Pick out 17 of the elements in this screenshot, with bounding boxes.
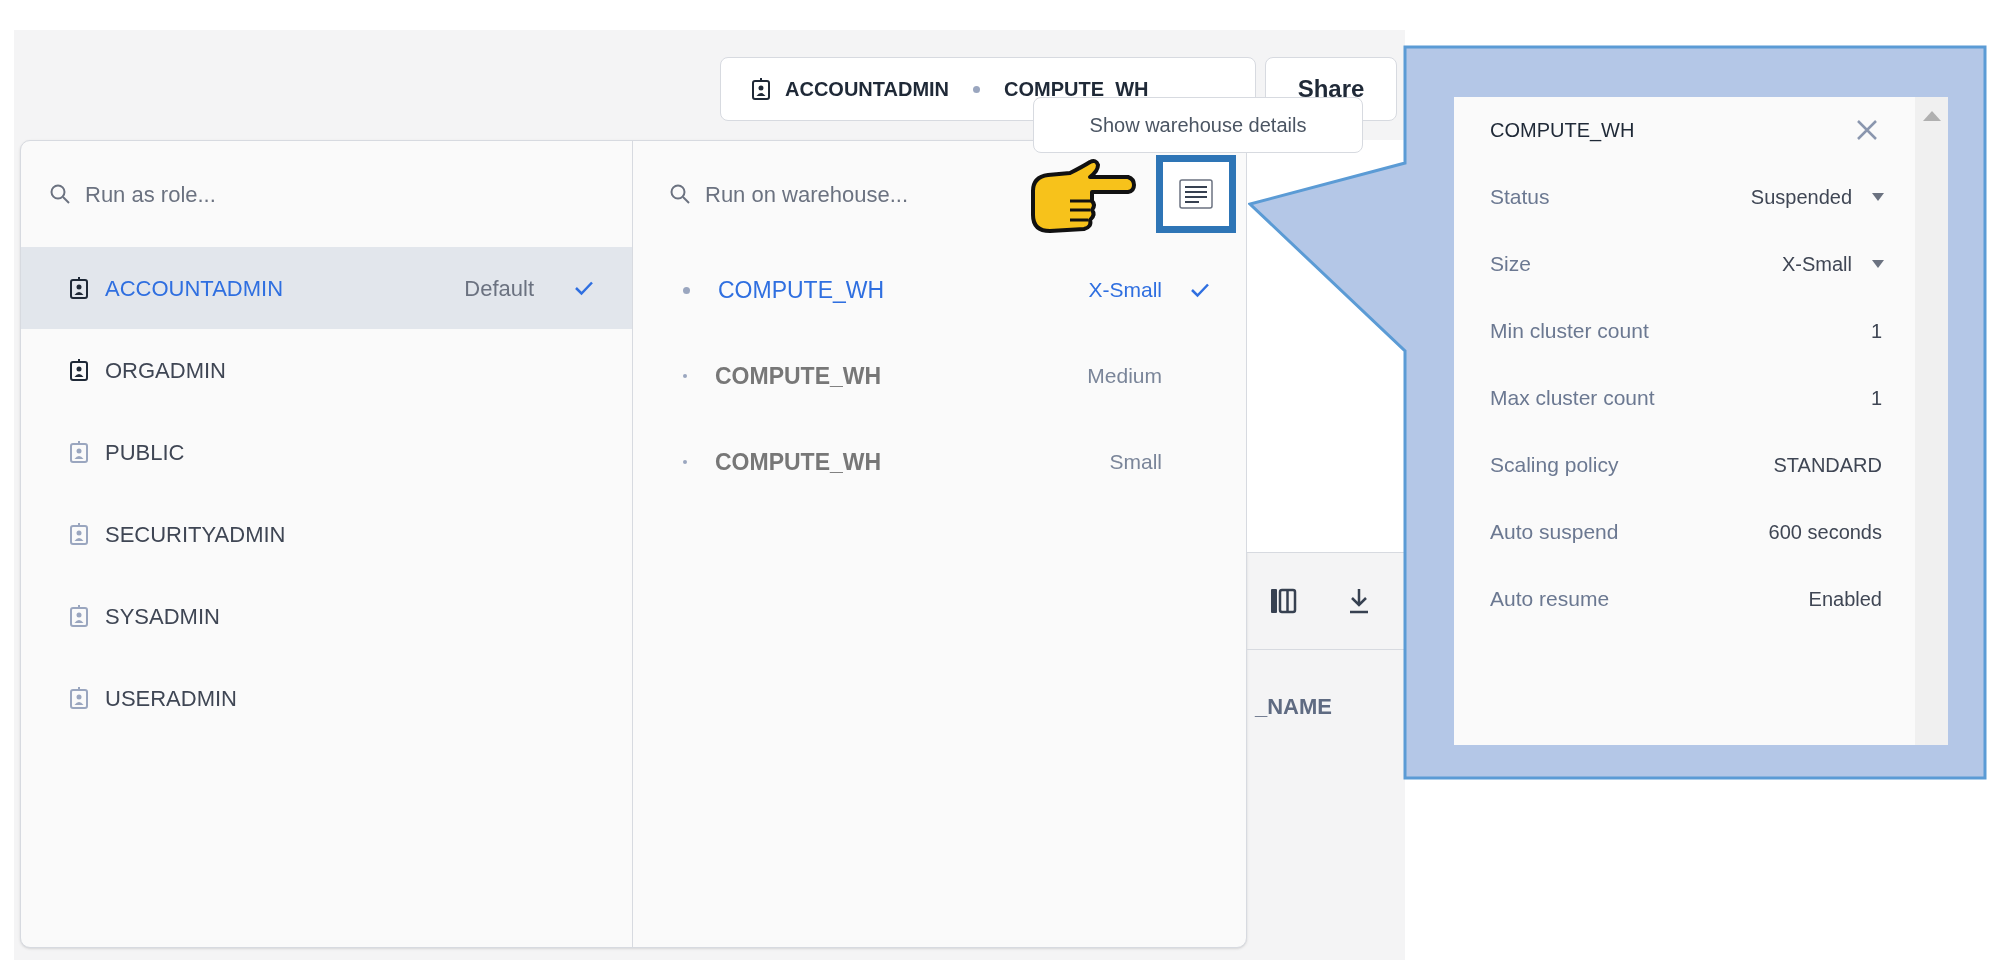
detail-value: Enabled [1808,586,1882,612]
detail-label: Min cluster count [1490,317,1649,344]
detail-label: Size [1490,250,1531,277]
tooltip: Show warehouse details [1033,97,1363,153]
column-header: _NAME [1255,694,1332,719]
detail-label: Auto resume [1490,585,1610,612]
detail-label: Auto suspend [1490,518,1619,545]
detail-label: Status [1490,183,1550,210]
detail-label: Max cluster count [1490,384,1655,411]
detail-value: STANDARD [1773,452,1882,478]
default-label: Default [464,274,534,303]
role-name: ACCOUNTADMIN [785,77,950,102]
detail-value: 1 [1870,385,1882,411]
details-title: COMPUTE_WH [1490,118,1635,144]
detail-value: 600 seconds [1768,519,1882,545]
detail-value: 1 [1870,318,1882,344]
detail-label: Scaling policy [1490,451,1619,478]
